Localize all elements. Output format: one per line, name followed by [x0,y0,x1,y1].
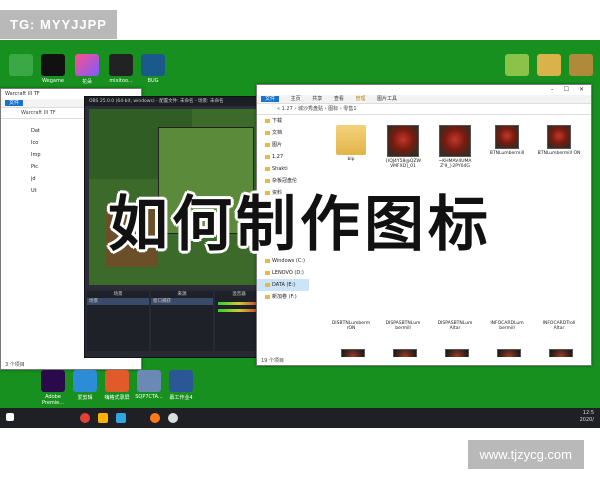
file-item[interactable]: BTNLumbermill ON [537,125,581,156]
file-item[interactable]: BTNLumbermill [485,125,529,156]
desktop-icon-huaduo[interactable]: 花朵 [70,54,104,85]
sources-panel[interactable]: 来源 窗口捕获 [151,291,213,351]
obs-icon[interactable] [168,413,178,423]
website-watermark: www.tjzycg.com [467,440,584,469]
desktop-icon-label: 花朵 [81,79,92,85]
desktop-icon-label: SQP7CTA... [135,394,163,400]
status-bar: 3 个项目 [1,361,141,369]
desktop-icon-mixitoo[interactable]: mixitoo... [104,54,138,84]
nav-item-drive-d[interactable]: LENOVO (D:) [257,267,309,279]
recorder-icon [105,370,129,392]
overlay-title: 如何制作图标 [108,190,492,260]
nav-item-pictures[interactable]: 图片 [257,139,309,151]
app-icon [569,54,593,76]
obs-docks: 场景 场景 来源 窗口捕获 混音器 [85,289,265,357]
desktop-icon-label: BUG [147,78,159,84]
nav-item-drive-e[interactable]: DATA (E:) [257,279,309,291]
app-icon [505,54,529,76]
tab-share[interactable]: 共享 [312,96,322,102]
nav-item-folder[interactable]: 杂板冠盘伦 [257,175,309,187]
app-icon[interactable] [116,413,126,423]
word-icon [169,370,193,392]
list-item[interactable]: Dat [31,125,41,137]
wegame-icon [41,54,65,76]
desktop-icon-label: 爱剪辑 [77,395,93,401]
breadcrumb[interactable]: « 1.27 › 城沙秀盘贴 › 图标 › 零售1 [277,106,357,112]
desktop-icon-right[interactable] [500,54,534,78]
file-item[interactable]: INFOCARDLum bermill [485,321,529,331]
tab-picture-tools[interactable]: 图片工具 [377,96,397,102]
taskbar-clock[interactable]: 12:5 2020/ [580,410,594,424]
desktop-icon-label: 幕工作业4 [169,395,193,401]
nav-item-1-27[interactable]: 1.27 [257,151,309,163]
image-thumbnail [547,125,571,149]
nav-item-downloads[interactable]: 下载 [257,115,309,127]
tab-home[interactable]: 主页 [291,96,301,102]
chrome-icon[interactable] [80,413,90,423]
folder-icon [336,125,366,155]
file-item[interactable]: DISPASBTNLum Altar [433,321,477,331]
tab-file[interactable]: 文件 [261,96,280,102]
file-item[interactable]: blp [329,125,373,162]
mixitoo-icon [109,54,133,76]
source-item[interactable]: 窗口捕获 [151,298,213,305]
desktop-icon-label: 嗨格式录屏 [104,395,130,401]
desktop-icon-right[interactable] [532,54,566,78]
desktop-icon-doc[interactable]: SQP7CTA... [132,370,166,400]
premiere-icon [41,370,65,392]
desktop-icon-wegame[interactable]: Wegame [36,54,70,84]
image-thumbnail [495,125,519,149]
channel-tag: TG: MYYJJPP [0,10,117,39]
desktop-icon[interactable] [4,54,38,78]
explorer-status-bar: 19 个项目 [257,357,591,365]
list-item[interactable]: Pic [31,161,41,173]
file-list: Dat Ico Imp Pic jd Ut [31,125,41,197]
image-thumbnail [439,125,471,157]
tab-view[interactable]: 查看 [334,96,344,102]
address-bar[interactable]: « 1.27 › 城沙秀盘贴 › 图标 › 零售1 [257,104,591,115]
explorer-titlebar: – ☐ ✕ [257,85,591,95]
bug-icon [141,54,165,76]
desktop-icon-label: Adobe Premie... [41,394,65,406]
app-icon [537,54,561,76]
nav-item-drive-f[interactable]: 新加卷 (F:) [257,291,309,303]
desktop-icon-label: Wegame [42,78,64,84]
list-item[interactable]: Ico [31,137,41,149]
file-item[interactable]: INFOCARDTroll Altar [537,321,581,331]
file-item[interactable]: {IQJ4Y58@QZW VMFXD]_01 [381,125,425,169]
taskbar: 12:5 2020/ [0,408,600,428]
list-item[interactable]: Imp [31,149,41,161]
desktop-icon-right[interactable] [564,54,598,78]
window-controls[interactable]: – ☐ ✕ [551,85,588,95]
flower-app-icon [75,54,99,76]
desktop-icon-premiere[interactable]: Adobe Premie... [36,370,70,406]
app-icon[interactable] [98,413,108,423]
file-item[interactable]: DISBTNLumberm rON [329,321,373,331]
explorer-ribbon: 文件 主页 共享 查看 管理 图片工具 [257,95,591,104]
file-item[interactable]: ~KHMAV4UMA Z'9_}2PY04G [433,125,477,169]
desktop-icon-word[interactable]: 幕工作业4 [164,370,198,401]
tab-manage[interactable]: 管理 [355,96,365,102]
desktop-icon-recorder[interactable]: 嗨格式录屏 [100,370,134,401]
start-icon[interactable] [6,413,14,421]
file-item[interactable]: DISPASBTNLum bermill [381,321,425,331]
desktop-icon-bug[interactable]: BUG [136,54,170,84]
nav-item-documents[interactable]: 文档 [257,127,309,139]
person-icon [137,370,161,392]
image-thumbnail [387,125,419,157]
obs-title: OBS 25.0.0 (64-bit, windows) - 配置文件: 未命名… [85,97,265,106]
video-editor-icon [73,370,97,392]
desktop-icon-label: mixitoo... [109,78,133,84]
scene-item[interactable]: 场景 [87,298,149,305]
desktop-icon-aijianji[interactable]: 爱剪辑 [68,370,102,401]
list-item[interactable]: jd [31,173,41,185]
scenes-panel[interactable]: 场景 场景 [87,291,149,351]
nav-item-shakti[interactable]: Shakti [257,163,309,175]
app-icon [9,54,33,76]
firefox-icon[interactable] [150,413,160,423]
